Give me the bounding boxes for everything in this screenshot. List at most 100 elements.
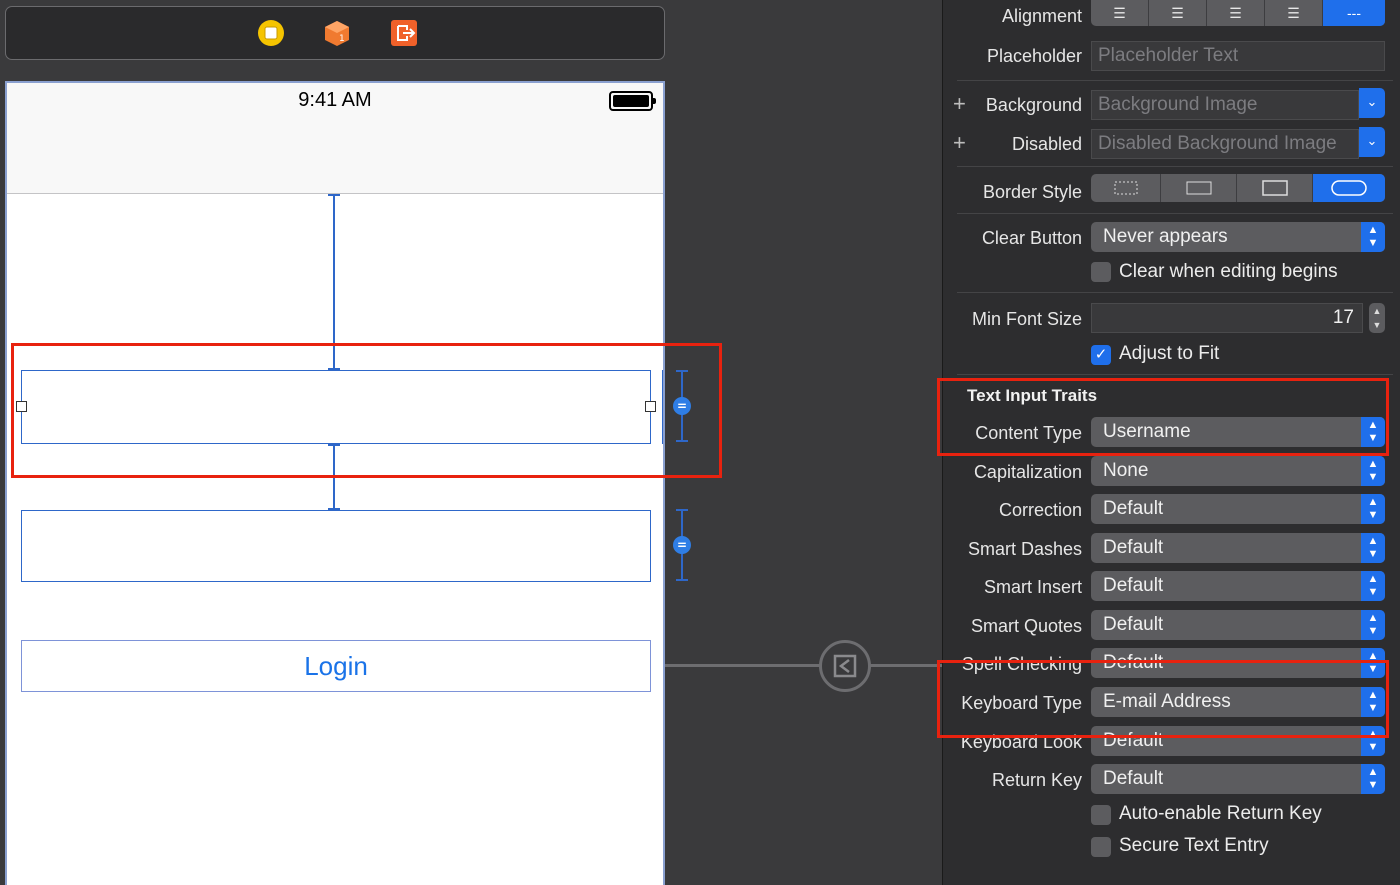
background-image-combo[interactable]: Background Image xyxy=(1091,90,1359,120)
section-title: Text Input Traits xyxy=(967,386,1098,405)
svg-text:1: 1 xyxy=(339,34,345,44)
min-font-size-stepper[interactable]: ▲ ▼ xyxy=(1369,303,1385,333)
content-type-value: Username xyxy=(1103,421,1191,442)
keyboard-type-popup[interactable]: E-mail Address ▲ ▼ xyxy=(1091,687,1385,717)
password-text-field[interactable] xyxy=(21,510,651,582)
keyboard-look-value: Default xyxy=(1103,730,1164,751)
correction-value: Default xyxy=(1103,498,1164,519)
add-variation-icon[interactable]: + xyxy=(953,91,966,117)
auto-enable-return-checkbox[interactable] xyxy=(1091,805,1111,825)
align-center-icon[interactable]: ☰ xyxy=(1149,0,1207,26)
keyboard-look-popup[interactable]: Default ▲ ▼ xyxy=(1091,726,1385,756)
status-time: 9:41 AM xyxy=(298,89,372,111)
equal-constraint-badge[interactable]: = xyxy=(673,397,691,415)
return-key-label: Return Key xyxy=(991,770,1082,790)
resize-handle[interactable] xyxy=(645,401,656,412)
popup-stepper-icon: ▲ ▼ xyxy=(1361,417,1385,447)
constraint-cap xyxy=(328,194,340,196)
smart-dashes-value: Default xyxy=(1103,537,1164,558)
border-bezel-icon[interactable] xyxy=(1237,174,1313,202)
status-bar: 9:41 AM xyxy=(7,83,663,194)
align-justified-icon[interactable]: ☰ xyxy=(1265,0,1323,26)
keyboard-type-label: Keyboard Type xyxy=(961,693,1082,713)
resize-handle[interactable] xyxy=(16,401,27,412)
login-button[interactable]: Login xyxy=(21,640,651,692)
clear-button-value: Never appears xyxy=(1103,226,1228,247)
border-rounded-icon[interactable] xyxy=(1313,174,1385,202)
iphone-screen: 9:41 AM Login xyxy=(5,81,665,885)
constraint-cap xyxy=(676,440,688,442)
clear-button-label: Clear Button xyxy=(981,228,1082,248)
constraint-cap xyxy=(676,370,688,372)
min-font-size-input[interactable]: 17 xyxy=(1091,303,1363,333)
disabled-image-combo[interactable]: Disabled Background Image xyxy=(1091,129,1359,159)
chevron-down-icon[interactable]: ⌄ xyxy=(1359,88,1385,118)
popup-stepper-icon: ▲ ▼ xyxy=(1361,648,1385,678)
auto-enable-return-label: Auto-enable Return Key xyxy=(1119,803,1322,824)
smart-insert-label: Smart Insert xyxy=(983,577,1082,597)
placeholder-label: Placeholder xyxy=(986,46,1082,66)
border-style-label: Border Style xyxy=(982,182,1082,202)
spell-checking-popup[interactable]: Default ▲ ▼ xyxy=(1091,648,1385,678)
align-right-icon[interactable]: ☰ xyxy=(1207,0,1265,26)
correction-popup[interactable]: Default ▲ ▼ xyxy=(1091,494,1385,524)
secure-text-entry-label: Secure Text Entry xyxy=(1119,835,1269,856)
correction-label: Correction xyxy=(998,500,1082,520)
smart-quotes-popup[interactable]: Default ▲ ▼ xyxy=(1091,610,1385,640)
first-responder-icon[interactable]: 1 xyxy=(323,19,351,47)
secure-text-entry-checkbox[interactable] xyxy=(1091,837,1111,857)
border-line-icon[interactable] xyxy=(1161,174,1237,202)
clear-button-popup[interactable]: Never appears ▲ ▼ xyxy=(1091,222,1385,252)
smart-insert-value: Default xyxy=(1103,575,1164,596)
separator xyxy=(957,374,1393,375)
content-type-popup[interactable]: Username ▲ ▼ xyxy=(1091,417,1385,447)
popup-stepper-icon: ▲ ▼ xyxy=(1361,222,1385,252)
separator xyxy=(957,292,1393,293)
keyboard-look-label: Keyboard Look xyxy=(960,732,1082,752)
placeholder-input[interactable]: Placeholder Text xyxy=(1091,41,1385,71)
border-style-segmented-control[interactable] xyxy=(1091,174,1385,202)
exit-icon[interactable] xyxy=(390,19,418,47)
equal-constraint-badge[interactable]: = xyxy=(673,536,691,554)
constraint-cap xyxy=(328,444,340,446)
smart-dashes-label: Smart Dashes xyxy=(967,539,1082,559)
popup-stepper-icon: ▲ ▼ xyxy=(1361,687,1385,717)
capitalization-popup[interactable]: None ▲ ▼ xyxy=(1091,456,1385,486)
min-font-size-label: Min Font Size xyxy=(971,309,1082,329)
background-label: Background xyxy=(985,95,1082,115)
height-constraint[interactable] xyxy=(662,370,663,444)
separator xyxy=(957,166,1393,167)
add-variation-icon[interactable]: + xyxy=(953,130,966,156)
adjust-to-fit-checkbox[interactable]: ✓ xyxy=(1091,345,1111,365)
popup-stepper-icon: ▲ ▼ xyxy=(1361,764,1385,794)
smart-quotes-label: Smart Quotes xyxy=(970,616,1082,636)
content-type-label: Content Type xyxy=(975,423,1082,443)
clear-when-editing-checkbox[interactable] xyxy=(1091,262,1111,282)
capitalization-label: Capitalization xyxy=(973,462,1082,482)
separator xyxy=(957,213,1393,214)
segue-node[interactable] xyxy=(819,640,871,692)
smart-quotes-value: Default xyxy=(1103,614,1164,635)
capitalization-value: None xyxy=(1103,460,1149,481)
return-key-popup[interactable]: Default ▲ ▼ xyxy=(1091,764,1385,794)
view-controller-icon[interactable] xyxy=(257,19,285,47)
attributes-inspector: Alignment ☰ ☰ ☰ ☰ --- Placeholder Placeh… xyxy=(937,0,1400,885)
chevron-down-icon[interactable]: ⌄ xyxy=(1359,127,1385,157)
disabled-label: Disabled xyxy=(1011,134,1082,154)
spell-checking-value: Default xyxy=(1103,652,1164,673)
constraint-cap xyxy=(676,509,688,511)
alignment-segmented-control[interactable]: ☰ ☰ ☰ ☰ --- xyxy=(1091,0,1385,26)
smart-dashes-popup[interactable]: Default ▲ ▼ xyxy=(1091,533,1385,563)
segue-line xyxy=(665,664,942,667)
smart-insert-popup[interactable]: Default ▲ ▼ xyxy=(1091,571,1385,601)
spacing-constraint[interactable] xyxy=(333,444,335,510)
popup-stepper-icon: ▲ ▼ xyxy=(1361,571,1385,601)
return-key-value: Default xyxy=(1103,768,1164,789)
align-left-icon[interactable]: ☰ xyxy=(1091,0,1149,26)
top-constraint[interactable] xyxy=(333,194,335,370)
username-text-field[interactable] xyxy=(21,370,651,444)
segue-icon xyxy=(833,654,857,678)
align-natural-icon[interactable]: --- xyxy=(1323,0,1385,26)
border-none-icon[interactable] xyxy=(1091,174,1161,202)
scene-dock: 1 xyxy=(5,6,665,60)
